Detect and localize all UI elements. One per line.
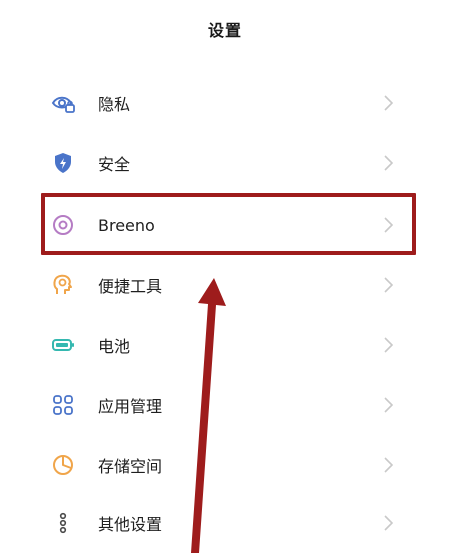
settings-item-battery[interactable]: 电池 — [0, 316, 450, 374]
settings-item-label: 隐私 — [98, 95, 131, 114]
settings-item-security[interactable]: 安全 — [0, 134, 450, 192]
settings-item-other-settings[interactable]: 其他设置 — [0, 494, 450, 552]
chevron-right-icon — [381, 94, 395, 112]
breeno-ring-icon — [50, 212, 76, 238]
page-header: 设置 — [0, 0, 450, 62]
settings-item-label: 安全 — [98, 155, 131, 174]
storage-pie-icon — [50, 452, 76, 478]
shield-lightning-icon — [50, 150, 76, 176]
settings-item-label: 其他设置 — [98, 515, 163, 534]
page-title: 设置 — [207, 21, 242, 40]
settings-item-label: Breeno — [98, 215, 155, 235]
privacy-eye-icon — [50, 90, 76, 116]
more-settings-icon — [50, 510, 76, 536]
chevron-right-icon — [381, 154, 395, 172]
settings-item-label: 便捷工具 — [98, 277, 163, 296]
app-grid-icon — [50, 392, 76, 418]
chevron-right-icon — [381, 276, 395, 294]
chevron-right-icon — [381, 336, 395, 354]
settings-item-breeno[interactable]: Breeno — [0, 196, 450, 254]
head-gear-icon — [50, 272, 76, 298]
chevron-right-icon — [381, 456, 395, 474]
settings-item-convenience-tools[interactable]: 便捷工具 — [0, 256, 450, 314]
settings-item-label: 存储空间 — [98, 457, 163, 476]
settings-item-label: 应用管理 — [98, 397, 163, 416]
battery-icon — [50, 332, 76, 358]
chevron-right-icon — [381, 216, 395, 234]
settings-item-privacy[interactable]: 隐私 — [0, 74, 450, 132]
settings-item-label: 电池 — [98, 337, 131, 356]
chevron-right-icon — [381, 514, 395, 532]
settings-item-app-management[interactable]: 应用管理 — [0, 376, 450, 434]
settings-item-storage[interactable]: 存储空间 — [0, 436, 450, 494]
chevron-right-icon — [381, 396, 395, 414]
